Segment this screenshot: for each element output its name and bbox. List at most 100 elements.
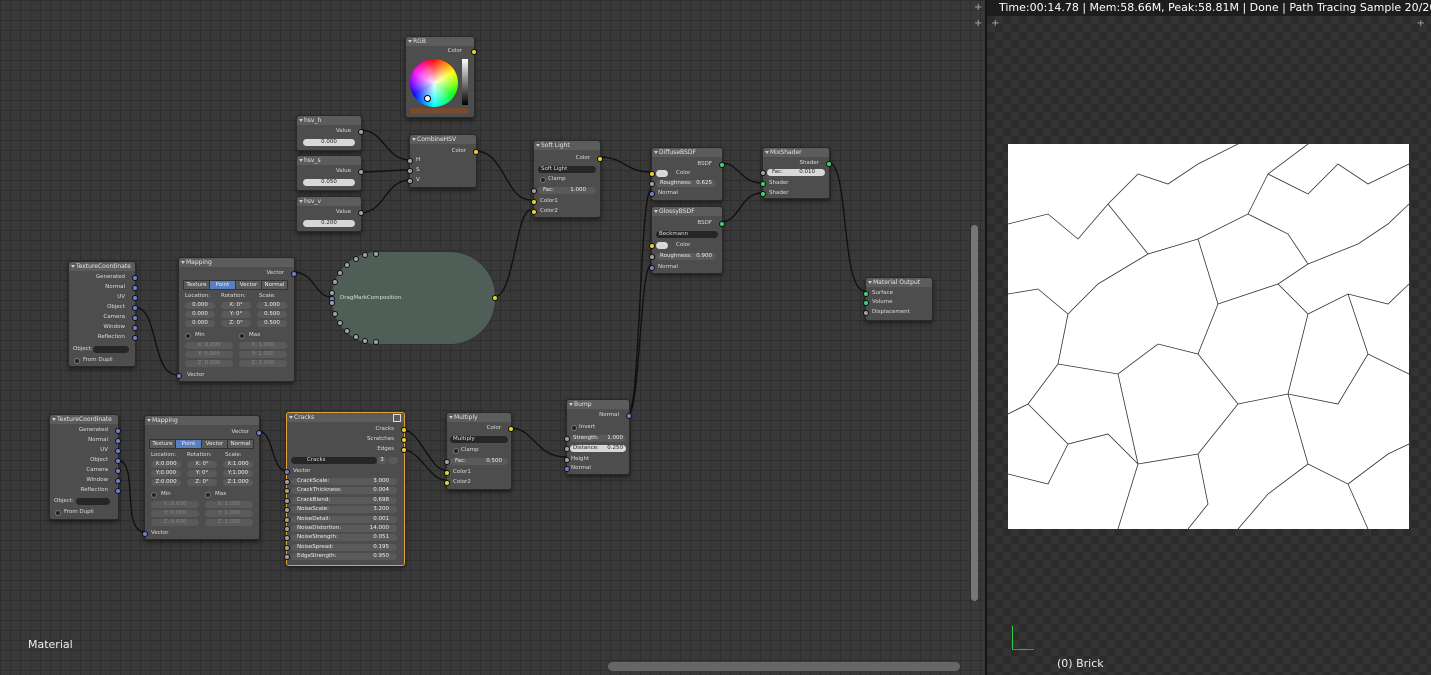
- output-socket[interactable]: [115, 438, 121, 444]
- input-socket[interactable]: [284, 507, 290, 514]
- from-dupli-checkbox[interactable]: [55, 510, 61, 516]
- input-socket[interactable]: [649, 181, 655, 187]
- fac-field[interactable]: Fac: 0.010: [767, 169, 825, 176]
- color-picker-handle[interactable]: [424, 95, 431, 102]
- min-y-field[interactable]: Y: 0.000: [185, 351, 233, 358]
- input-socket[interactable]: [649, 171, 655, 177]
- rotation-z-field[interactable]: Z: 0°: [187, 479, 217, 486]
- tab-normal[interactable]: Normal: [261, 280, 288, 290]
- input-socket[interactable]: [284, 469, 290, 475]
- roughness-field[interactable]: Roughness: 0.625: [656, 180, 716, 187]
- output-socket[interactable]: [115, 428, 121, 434]
- max-checkbox[interactable]: [239, 333, 245, 339]
- output-socket[interactable]: [471, 49, 477, 55]
- group-socket[interactable]: [362, 337, 369, 344]
- glossy-bsdf-node[interactable]: GlossyBSDF BSDF Beckmann Color Roughness…: [649, 206, 725, 274]
- group-socket[interactable]: [343, 327, 350, 334]
- input-socket[interactable]: [531, 199, 537, 205]
- output-socket[interactable]: [115, 488, 121, 494]
- output-socket[interactable]: [132, 335, 138, 341]
- cracks-param-field[interactable]: CrackBlend: 0.698: [291, 496, 397, 504]
- rgb-node[interactable]: RGB Color: [405, 36, 477, 118]
- output-socket[interactable]: [132, 325, 138, 331]
- input-socket[interactable]: [284, 488, 290, 495]
- fac-field[interactable]: Fac: 1.000: [538, 187, 596, 194]
- input-socket[interactable]: [407, 168, 413, 174]
- output-socket[interactable]: [401, 447, 407, 453]
- area-split-icon[interactable]: +: [974, 18, 982, 29]
- area-split-icon[interactable]: +: [974, 2, 982, 13]
- output-socket[interactable]: [132, 305, 138, 311]
- input-socket[interactable]: [284, 479, 290, 485]
- output-socket[interactable]: [358, 169, 364, 175]
- texture-coordinate-node-2[interactable]: TextureCoordinate Generated Normal UV Ob…: [49, 414, 121, 520]
- input-socket[interactable]: [444, 470, 450, 476]
- mapping-node[interactable]: Mapping Vector Texture Point Vector Norm…: [176, 257, 297, 382]
- distribution-dropdown[interactable]: Beckmann: [656, 231, 718, 238]
- location-y-field[interactable]: Y:0.000: [151, 470, 181, 477]
- group-socket[interactable]: [343, 262, 350, 269]
- tab-point[interactable]: Point: [175, 439, 202, 449]
- group-socket[interactable]: [331, 310, 338, 317]
- output-socket[interactable]: [826, 161, 832, 167]
- max-z-field[interactable]: Z: 1.000: [205, 519, 253, 526]
- group-socket[interactable]: [373, 251, 379, 257]
- object-field[interactable]: [93, 346, 129, 353]
- output-socket[interactable]: [492, 295, 498, 301]
- location-z-field[interactable]: Z:0.000: [151, 479, 181, 486]
- scale-y-field[interactable]: Y:1.000: [223, 470, 253, 477]
- cracks-param-field[interactable]: NoiseDistortion: 14.000: [291, 525, 397, 532]
- hsv-h-node[interactable]: hsv_h Value 0.000: [296, 115, 364, 151]
- cracks-param-field[interactable]: EdgeStrength: 0.950: [291, 553, 397, 561]
- area-split-icon[interactable]: +: [991, 18, 999, 29]
- tab-texture[interactable]: Texture: [149, 439, 176, 449]
- group-socket[interactable]: [329, 300, 336, 307]
- cracks-param-field[interactable]: NoiseDetail: 0.001: [291, 515, 397, 523]
- fac-field[interactable]: Fac: 0.500: [450, 458, 508, 465]
- rotation-x-field[interactable]: X: 0°: [187, 461, 217, 468]
- cracks-group-node[interactable]: Cracks Cracks Scratches Edges Cracks 3 V…: [284, 412, 407, 566]
- output-socket[interactable]: [719, 162, 725, 168]
- input-socket[interactable]: [407, 178, 413, 184]
- input-socket[interactable]: [863, 300, 869, 306]
- cracks-param-field[interactable]: NoiseStrength: 0.051: [291, 534, 397, 542]
- cracks-param-field[interactable]: NoiseSpread: 0.195: [291, 543, 397, 551]
- output-socket[interactable]: [132, 315, 138, 321]
- output-socket[interactable]: [401, 437, 407, 443]
- output-socket[interactable]: [719, 221, 725, 227]
- scale-y-field[interactable]: 0.500: [257, 311, 287, 318]
- output-socket[interactable]: [132, 285, 138, 291]
- max-x-field[interactable]: X: 1.000: [205, 501, 253, 508]
- max-x-field[interactable]: X: 1.000: [239, 342, 287, 349]
- node-editor[interactable]: RGB Color hsv_h Value 0.000 hsv_s Value …: [0, 0, 985, 675]
- output-socket[interactable]: [358, 210, 364, 216]
- color-swatch[interactable]: [410, 108, 468, 114]
- diffuse-bsdf-node[interactable]: DiffuseBSDF BSDF Color Roughness: 0.625 …: [649, 147, 725, 201]
- roughness-field[interactable]: Roughness: 0.900: [656, 253, 716, 260]
- input-socket[interactable]: [444, 480, 450, 486]
- from-dupli-checkbox[interactable]: [74, 358, 80, 364]
- value-field[interactable]: 0.000: [303, 139, 355, 146]
- value-field[interactable]: 0.200: [303, 220, 355, 227]
- group-socket[interactable]: [331, 279, 338, 286]
- color-wheel[interactable]: [410, 59, 458, 107]
- input-socket[interactable]: [284, 497, 290, 504]
- group-socket[interactable]: [336, 270, 343, 276]
- value-slider[interactable]: [462, 59, 468, 105]
- cracks-param-field[interactable]: CrackThickness: 0.004: [291, 487, 397, 495]
- scale-z-field[interactable]: 0.500: [257, 320, 287, 327]
- input-socket[interactable]: [284, 535, 290, 542]
- min-z-field[interactable]: Z: 0.000: [151, 519, 199, 526]
- output-socket[interactable]: [115, 448, 121, 454]
- output-socket[interactable]: [115, 468, 121, 474]
- scale-x-field[interactable]: 1.000: [257, 302, 287, 309]
- input-socket[interactable]: [531, 188, 537, 194]
- max-y-field[interactable]: Y: 1.000: [239, 351, 287, 358]
- input-socket[interactable]: [564, 446, 570, 452]
- input-socket[interactable]: [649, 254, 655, 260]
- output-socket[interactable]: [291, 271, 297, 277]
- output-socket[interactable]: [473, 149, 479, 155]
- input-socket[interactable]: [564, 466, 570, 472]
- group-socket[interactable]: [336, 319, 343, 326]
- scale-x-field[interactable]: X:1.000: [223, 461, 253, 468]
